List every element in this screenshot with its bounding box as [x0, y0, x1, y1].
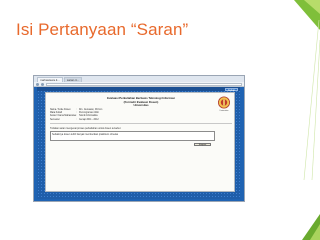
info-value: Genap 2011 - 2012: [79, 118, 99, 121]
question-label: Tuliskan saran mengenai proses perkuliah…: [50, 127, 121, 130]
web-page: Keluar Evaluasi Perkuliahan Berbasis Tek…: [37, 87, 240, 199]
browser-tab[interactable]: mahasiswa.it...: [37, 77, 63, 82]
line-decoration: [303, 20, 320, 180]
page-header-bar: [37, 87, 240, 91]
lecture-info: Nama / Kode Dosen : Drs. Gunawan, M.Kom …: [50, 109, 200, 122]
evaluation-form: Evaluasi Perkuliahan Berbasis Teknologi …: [45, 92, 235, 192]
submit-button[interactable]: Simpan: [194, 142, 211, 146]
info-label: Semester: [50, 118, 60, 121]
info-row: Semester : Genap 2011 - 2012: [50, 118, 99, 121]
back-icon[interactable]: [36, 82, 39, 86]
forward-icon[interactable]: [41, 82, 44, 86]
logout-button[interactable]: Keluar: [225, 88, 238, 92]
form-institution: Universitas: [133, 103, 149, 107]
university-crest-icon: [218, 96, 230, 109]
slide-title: Isi Pertanyaan “Saran”: [16, 20, 189, 39]
crest-caption: Universitas: [219, 110, 229, 112]
address-bar[interactable]: [46, 82, 242, 86]
browser-tab[interactable]: saran.it...: [63, 77, 83, 82]
browser-window: mahasiswa.it... saran.it... Keluar Evalu…: [33, 75, 245, 202]
saran-textarea[interactable]: Sebaiknya dosen lebih banyak memberikan …: [50, 131, 215, 141]
divider: [50, 123, 232, 124]
arrow-decoration-bottom: [302, 214, 320, 240]
